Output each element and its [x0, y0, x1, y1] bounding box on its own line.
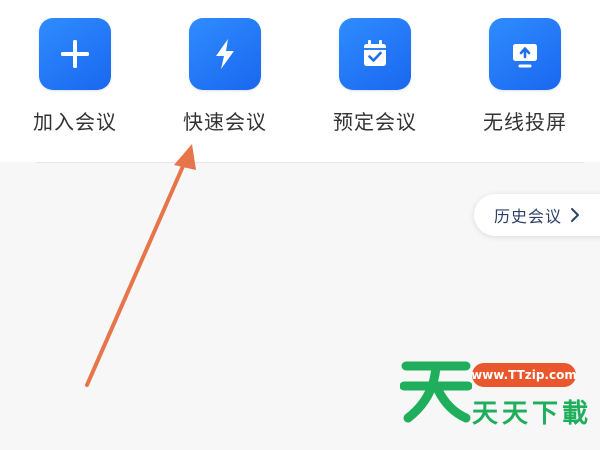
watermark-name: 天天下載: [472, 399, 593, 429]
watermark-url: www.TTzip.com: [471, 363, 577, 387]
watermark-logo-icon: [400, 361, 472, 423]
